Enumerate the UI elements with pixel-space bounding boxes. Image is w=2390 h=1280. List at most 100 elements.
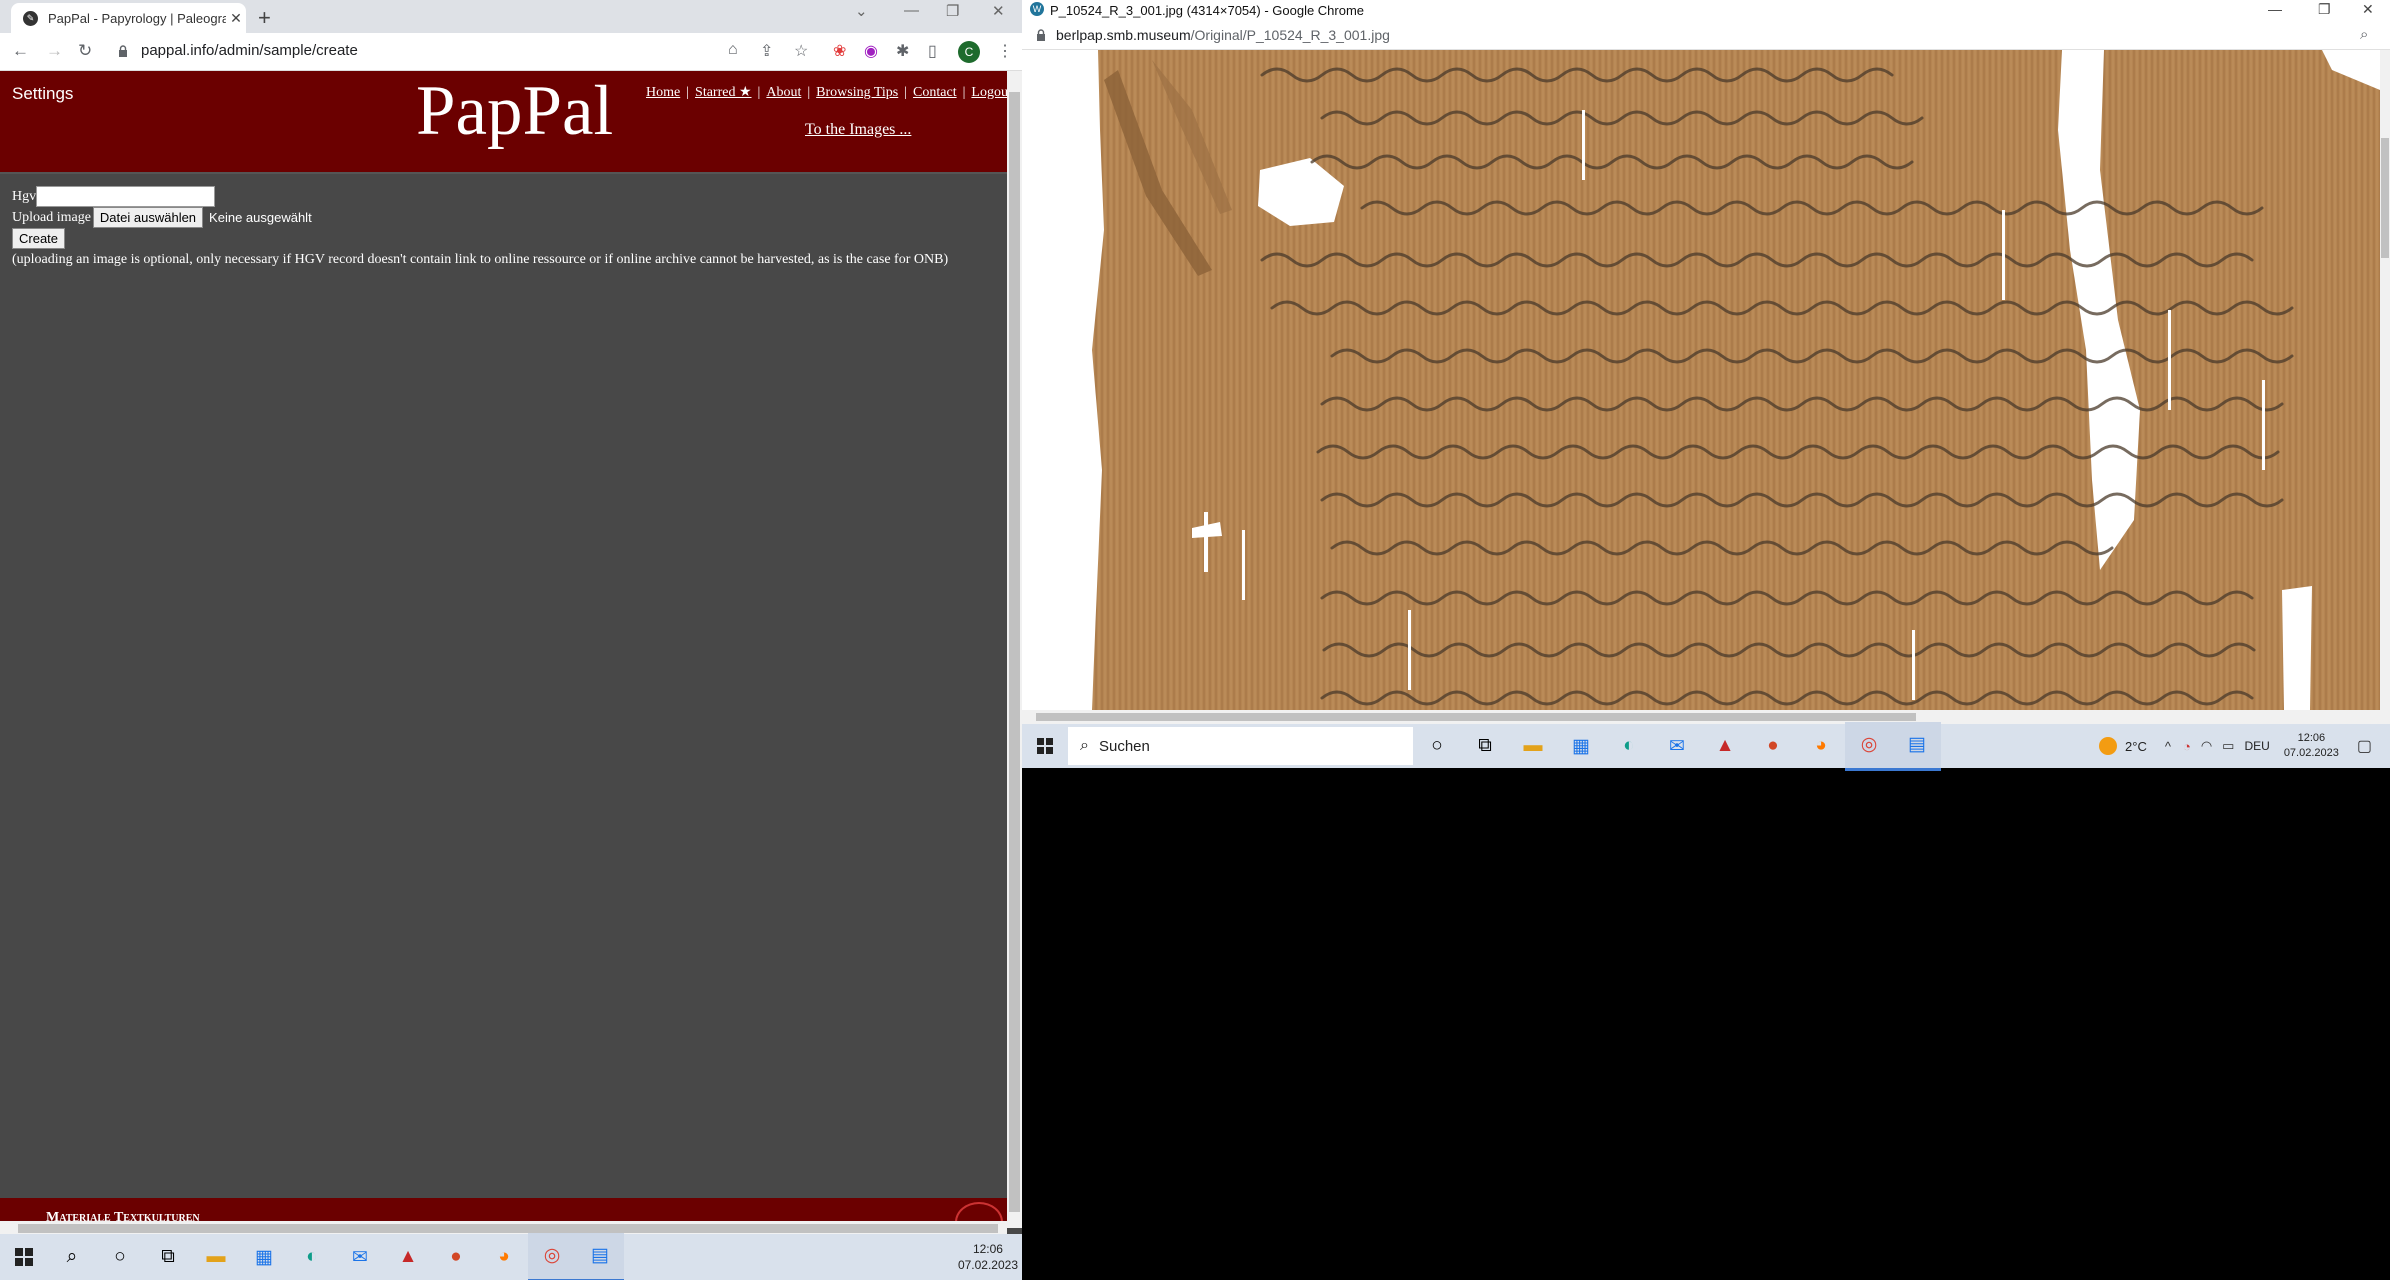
- edge-icon[interactable]: ◐: [288, 1234, 336, 1280]
- clock-time: 12:06: [972, 1242, 1003, 1256]
- task-view-icon[interactable]: ⧉: [144, 1234, 192, 1280]
- firefox-icon[interactable]: ◕: [480, 1234, 528, 1280]
- translate-icon[interactable]: ⌂: [728, 41, 738, 59]
- clock[interactable]: 12:06 07.02.2023: [2284, 731, 2339, 761]
- papyrus-image[interactable]: [1022, 50, 2380, 710]
- address-bar: berlpap.smb.museum/Original/P_10524_R_3_…: [1022, 22, 2390, 50]
- wifi-icon[interactable]: ◠: [2201, 738, 2212, 754]
- notifications-icon[interactable]: ▢: [2357, 736, 2372, 756]
- vertical-scrollbar[interactable]: [2380, 50, 2390, 710]
- battery-icon[interactable]: ▭: [2222, 738, 2234, 754]
- extension-red-icon[interactable]: ❀: [833, 41, 846, 61]
- close-window-icon[interactable]: ✕: [2362, 1, 2374, 18]
- app-window-icon[interactable]: ▤: [576, 1232, 624, 1280]
- tab-search-icon[interactable]: ⌄: [855, 2, 868, 20]
- extensions-puzzle-icon[interactable]: ✱: [896, 41, 909, 61]
- to-images-link[interactable]: To the Images ...: [805, 121, 911, 139]
- create-sample-form: Hgv Upload image Datei auswählen Keine a…: [12, 186, 948, 270]
- lock-icon: [1037, 29, 1045, 41]
- site-logo[interactable]: PapPal: [416, 71, 613, 152]
- search-icon: ⌕: [1080, 737, 1089, 754]
- horizontal-scroll-thumb[interactable]: [1036, 713, 1916, 721]
- task-view-icon[interactable]: ⧉: [1461, 723, 1509, 769]
- back-icon[interactable]: ←: [12, 41, 29, 61]
- vertical-scroll-thumb[interactable]: [1009, 92, 1020, 1212]
- zoom-icon[interactable]: ⌕: [2360, 26, 2368, 43]
- nav-contact[interactable]: Contact: [913, 85, 957, 100]
- cortana-icon[interactable]: ○: [96, 1234, 144, 1280]
- acrobat-icon[interactable]: ▲: [384, 1234, 432, 1280]
- extension-purple-icon[interactable]: ◉: [864, 41, 878, 61]
- store-icon[interactable]: ▦: [240, 1234, 288, 1280]
- profile-avatar[interactable]: C: [958, 41, 980, 63]
- nav-starred[interactable]: Starred ★: [695, 85, 751, 100]
- file-explorer-icon[interactable]: ▬: [192, 1234, 240, 1280]
- cortana-icon[interactable]: ○: [1413, 723, 1461, 769]
- powerpoint-icon[interactable]: ●: [432, 1234, 480, 1280]
- menu-icon[interactable]: ⋮: [997, 41, 1013, 61]
- nav-home[interactable]: Home: [646, 85, 680, 100]
- nav-browsing-tips[interactable]: Browsing Tips: [816, 85, 898, 100]
- hgv-input[interactable]: [36, 186, 216, 207]
- chrome-icon[interactable]: ◎: [1845, 721, 1893, 771]
- start-icon[interactable]: [0, 1234, 48, 1280]
- url-field[interactable]: pappal.info/admin/sample/create: [141, 42, 358, 59]
- store-icon[interactable]: ▦: [1557, 723, 1605, 769]
- clock-time: 12:06: [2297, 732, 2326, 744]
- clock-date: 07.02.2023: [957, 1258, 1018, 1272]
- close-window-icon[interactable]: ✕: [992, 2, 1005, 20]
- tab-bar: ✎ PapPal - Papyrology | Paleograph ✕ + ⌄…: [0, 0, 1022, 33]
- tray-chevron-icon[interactable]: ^: [2165, 739, 2171, 754]
- search-placeholder: Suchen: [1098, 737, 1150, 755]
- window-title: P_10524_R_3_001.jpg (4314×7054) - Google…: [1050, 3, 1365, 18]
- tab-close-icon[interactable]: ✕: [226, 10, 246, 27]
- sidepanel-icon[interactable]: ▯: [928, 41, 937, 61]
- nav-logout[interactable]: Logou: [971, 85, 1008, 100]
- clock[interactable]: 12:06 07.02.2023: [958, 1241, 1022, 1273]
- chrome-icon[interactable]: ◎: [528, 1232, 576, 1280]
- hgv-label: Hgv: [12, 188, 37, 204]
- mail-icon[interactable]: ✉: [1653, 723, 1701, 769]
- start-icon[interactable]: [1022, 723, 1068, 769]
- url-path: /Original/P_10524_R_3_001.jpg: [1190, 27, 1390, 43]
- settings-link[interactable]: Settings: [12, 84, 73, 104]
- address-bar: ← → ↻ pappal.info/admin/sample/create ⌂ …: [0, 33, 1022, 71]
- file-explorer-icon[interactable]: ▬: [1509, 723, 1557, 769]
- taskbar-search-box[interactable]: ⌕ Suchen: [1068, 727, 1413, 765]
- mail-icon[interactable]: ✉: [336, 1234, 384, 1280]
- horizontal-scrollbar[interactable]: [1022, 710, 2390, 724]
- new-tab-icon[interactable]: +: [258, 5, 271, 31]
- firefox-icon[interactable]: ◕: [1797, 723, 1845, 769]
- create-button[interactable]: Create: [12, 228, 66, 249]
- no-file-text: Keine ausgewählt: [209, 210, 312, 225]
- minimize-icon[interactable]: —: [2268, 1, 2282, 17]
- minimize-icon[interactable]: —: [904, 2, 919, 19]
- nav-about[interactable]: About: [766, 85, 801, 100]
- language-indicator[interactable]: DEU: [2244, 739, 2269, 753]
- horizontal-scroll-thumb[interactable]: [18, 1224, 998, 1233]
- star-icon[interactable]: ☆: [794, 41, 808, 61]
- tray-app-icon[interactable]: ◔: [2183, 739, 2191, 754]
- windows-taskbar-secondary: ⌕ Suchen ○ ⧉ ▬ ▦ ◐ ✉ ▲ ● ◕ ◎ ▤ 2°C ^ ◔ ◠…: [1022, 721, 2390, 771]
- tab-pappal[interactable]: ✎ PapPal - Papyrology | Paleograph ✕: [11, 3, 246, 33]
- share-icon[interactable]: ⇪: [760, 41, 773, 61]
- choose-file-button[interactable]: Datei auswählen: [92, 207, 204, 228]
- vertical-scroll-thumb[interactable]: [2381, 138, 2389, 258]
- powerpoint-icon[interactable]: ●: [1749, 723, 1797, 769]
- upload-label: Upload image: [12, 209, 91, 225]
- restore-icon[interactable]: ❐: [946, 2, 959, 20]
- edge-icon[interactable]: ◐: [1605, 723, 1653, 769]
- papyrus-illustration: [1022, 50, 2380, 710]
- weather-icon[interactable]: [2099, 737, 2118, 755]
- app-window-icon[interactable]: ▤: [1893, 721, 1941, 771]
- reload-icon[interactable]: ↻: [78, 41, 92, 61]
- pappal-favicon-icon: ✎: [23, 10, 38, 26]
- temperature[interactable]: 2°C: [2125, 739, 2147, 754]
- url-field[interactable]: berlpap.smb.museum/Original/P_10524_R_3_…: [1056, 27, 1390, 43]
- forward-icon[interactable]: →: [46, 41, 63, 61]
- upload-note: (uploading an image is optional, only ne…: [12, 251, 949, 267]
- lock-icon: [119, 45, 127, 57]
- acrobat-icon[interactable]: ▲: [1701, 723, 1749, 769]
- search-icon[interactable]: ⌕: [48, 1234, 96, 1280]
- restore-icon[interactable]: ❐: [2318, 1, 2331, 18]
